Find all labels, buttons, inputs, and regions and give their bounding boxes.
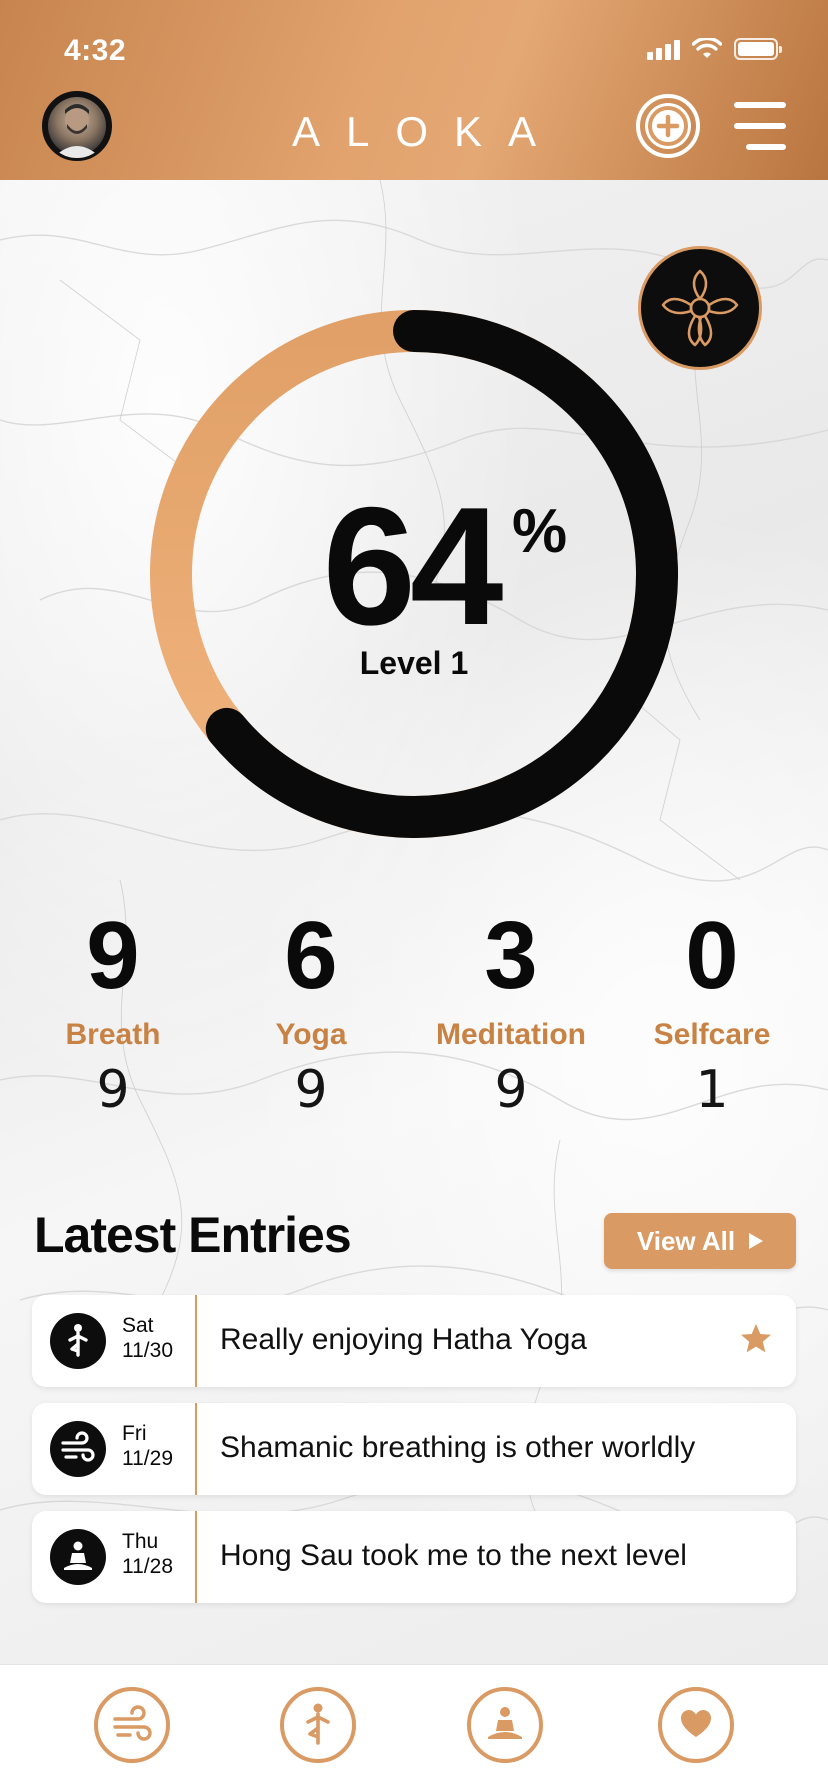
entry-text: Shamanic breathing is other worldly: [220, 1431, 696, 1464]
arrow-right-icon: [749, 1233, 764, 1249]
entry-divider: [195, 1511, 197, 1603]
level-label: Level 1: [359, 645, 469, 681]
entry-weekday: Fri: [122, 1422, 147, 1445]
breath-icon: [50, 1421, 106, 1477]
entry-date: Thu 11/28: [122, 1529, 173, 1579]
bottom-nav: [0, 1664, 828, 1792]
stat-value: 9: [86, 902, 140, 1009]
menu-line: [734, 123, 786, 129]
view-all-button[interactable]: View All: [604, 1213, 796, 1269]
nav-selfcare-button[interactable]: [658, 1687, 734, 1763]
menu-line: [734, 102, 786, 108]
yoga-icon: [50, 1313, 106, 1369]
menu-button[interactable]: [730, 100, 786, 152]
entry-divider: [195, 1403, 197, 1495]
stat-label: Selfcare: [653, 1018, 771, 1051]
battery-icon: [734, 38, 782, 60]
stat-goal: 9: [294, 1060, 328, 1120]
meditation-icon: [488, 1707, 522, 1739]
entry-row[interactable]: Fri 11/29 Shamanic breathing is other wo…: [32, 1403, 796, 1495]
nav-yoga-button[interactable]: [280, 1687, 356, 1763]
status-icons: [647, 38, 782, 60]
stat-selfcare[interactable]: 0 Selfcare 1: [612, 902, 812, 1121]
entry-row[interactable]: Thu 11/28 Hong Sau took me to the next l…: [32, 1511, 796, 1603]
breath-icon: [113, 1705, 152, 1741]
entry-day-date: 11/29: [122, 1447, 173, 1471]
stat-value: 3: [484, 902, 538, 1009]
entry-day-date: 11/30: [122, 1339, 173, 1363]
signal-icon: [647, 38, 680, 60]
nav-breath-button[interactable]: [94, 1687, 170, 1763]
stat-goal: 1: [695, 1060, 729, 1120]
view-all-label: View All: [636, 1225, 736, 1256]
stat-label: Meditation: [436, 1018, 586, 1051]
entry-date: Fri 11/29: [122, 1421, 173, 1471]
heart-icon: [681, 1710, 711, 1737]
latest-entries-title: Latest Entries: [34, 1207, 352, 1263]
entry-text: Really enjoying Hatha Yoga: [220, 1323, 587, 1356]
menu-line: [746, 144, 786, 150]
stat-value: 6: [284, 902, 338, 1009]
practice-stats: 9 Breath 9 6 Yoga 9 3 Meditation 9 0 Sel…: [0, 908, 828, 1128]
stat-goal: 9: [494, 1060, 528, 1120]
stat-breath[interactable]: 9 Breath 9: [13, 902, 213, 1121]
entry-day-date: 11/28: [122, 1555, 173, 1579]
entry-date: Sat 11/30: [122, 1313, 173, 1363]
entry-weekday: Thu: [122, 1530, 159, 1553]
progress-percent: 64: [322, 472, 504, 660]
entry-row[interactable]: Sat 11/30 Really enjoying Hatha Yoga: [32, 1295, 796, 1387]
entry-weekday: Sat: [122, 1314, 154, 1337]
stat-goal: 9: [96, 1060, 130, 1120]
stat-yoga[interactable]: 6 Yoga 9: [211, 902, 411, 1121]
stat-value: 0: [685, 902, 739, 1009]
add-entry-button[interactable]: [636, 94, 700, 158]
stat-label: Yoga: [275, 1018, 347, 1051]
nav-meditation-button[interactable]: [467, 1687, 543, 1763]
meditation-icon: [50, 1529, 106, 1585]
percent-sign: %: [512, 497, 568, 566]
stat-label: Breath: [65, 1018, 161, 1051]
plus-icon: [648, 106, 688, 146]
status-time: 4:32: [64, 34, 127, 67]
star-icon[interactable]: [738, 1321, 774, 1357]
app-header: 4:32 ALOKA: [0, 0, 828, 180]
entry-divider: [195, 1295, 197, 1387]
yoga-icon: [306, 1703, 330, 1745]
app-title: ALOKA: [291, 108, 563, 155]
stat-meditation[interactable]: 3 Meditation 9: [411, 902, 611, 1121]
entry-text: Hong Sau took me to the next level: [220, 1539, 687, 1572]
wifi-icon: [692, 38, 722, 58]
